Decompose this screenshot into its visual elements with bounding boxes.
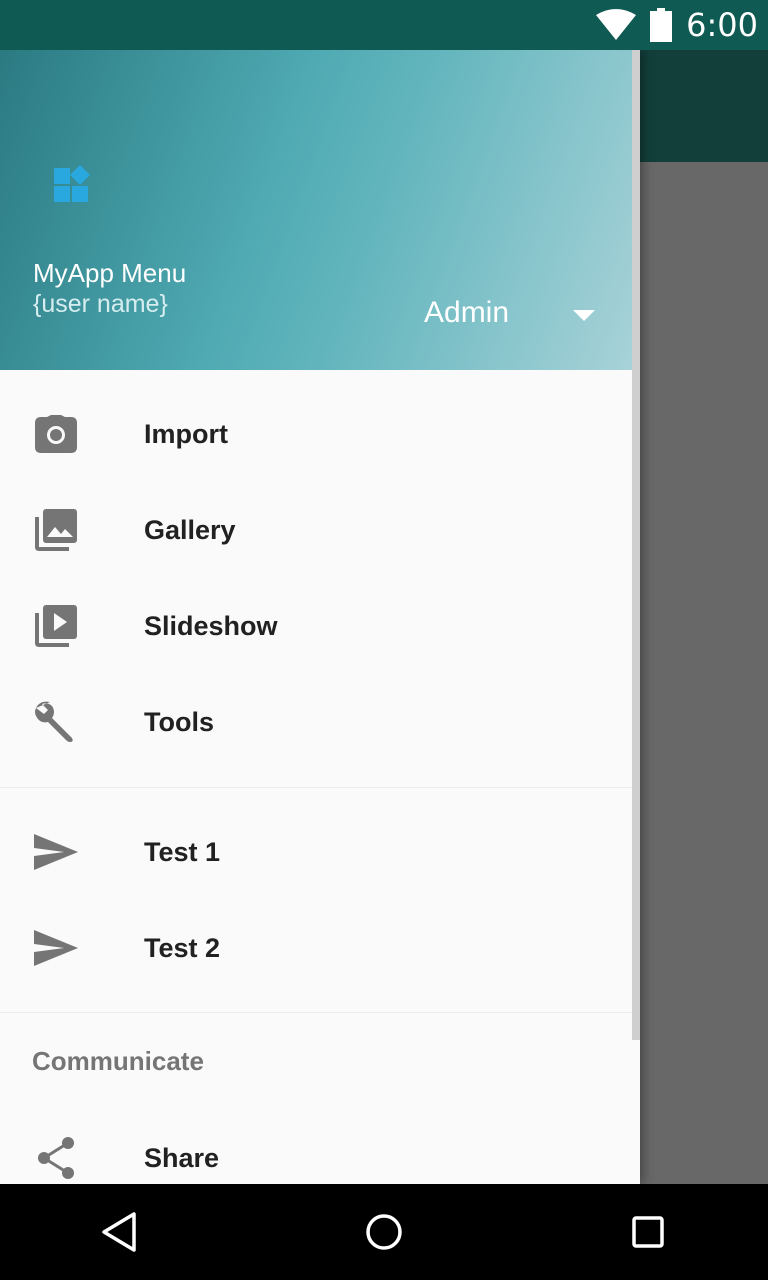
menu-item-slideshow[interactable]: Slideshow [0, 578, 632, 674]
chevron-down-icon[interactable] [573, 310, 595, 322]
send-icon [32, 924, 80, 972]
wrench-icon [32, 698, 80, 746]
menu-item-label: Test 2 [144, 932, 221, 963]
widgets-icon [54, 165, 90, 202]
share-icon [32, 1134, 80, 1182]
battery-icon [650, 8, 673, 42]
drawer-header: MyApp Menu {user name} Admin [0, 50, 640, 370]
divider [0, 1012, 632, 1013]
menu-item-test-2[interactable]: Test 2 [0, 900, 632, 996]
home-button[interactable] [360, 1208, 408, 1256]
status-bar: 6:00 [0, 0, 768, 50]
drawer-scrollbar[interactable] [632, 50, 640, 1040]
status-time: 6:00 [686, 6, 758, 44]
camera-icon [32, 410, 80, 458]
menu-item-label: Tools [144, 706, 214, 737]
account-role[interactable]: Admin [424, 296, 509, 330]
recents-button[interactable] [624, 1208, 672, 1256]
slideshow-icon [32, 602, 80, 650]
menu-item-test-1[interactable]: Test 1 [0, 804, 632, 900]
menu-item-label: Gallery [144, 514, 236, 545]
menu-item-label: Import [144, 418, 228, 449]
divider [0, 787, 632, 788]
menu-item-import[interactable]: Import [0, 386, 632, 482]
back-button[interactable] [96, 1208, 144, 1256]
home-icon [366, 1214, 402, 1250]
navigation-bar [0, 1184, 768, 1280]
header-subtitle: {user name} [33, 290, 168, 318]
menu-item-share[interactable]: Share [0, 1110, 632, 1184]
navigation-drawer: MyApp Menu {user name} Admin Import Gall… [0, 50, 640, 1184]
header-title: MyApp Menu [33, 258, 187, 288]
menu-item-label: Slideshow [144, 610, 278, 641]
screen: 6:00 MyApp Menu {user name} Admin Import… [0, 0, 768, 1280]
wifi-icon [596, 9, 637, 40]
back-icon [102, 1212, 136, 1252]
gallery-icon [32, 506, 80, 554]
recents-icon [632, 1216, 664, 1248]
menu-item-gallery[interactable]: Gallery [0, 482, 632, 578]
send-icon [32, 828, 80, 876]
menu-item-label: Test 1 [144, 836, 221, 867]
menu-item-label: Share [144, 1142, 220, 1173]
section-header: Communicate [32, 1046, 204, 1076]
menu-item-tools[interactable]: Tools [0, 674, 632, 770]
